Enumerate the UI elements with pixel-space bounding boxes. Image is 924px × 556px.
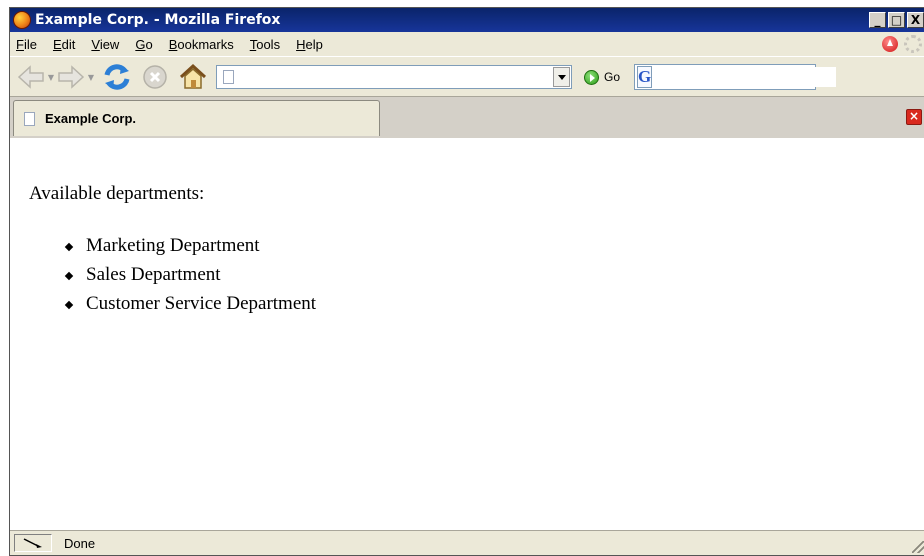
intro-text: Available departments:	[29, 183, 205, 204]
list-item: Customer Service Department	[66, 289, 316, 318]
stop-button[interactable]	[140, 62, 170, 92]
search-input[interactable]	[652, 67, 837, 87]
menu-help[interactable]: Help	[288, 37, 331, 52]
menu-file[interactable]: File	[10, 37, 45, 52]
firefox-logo-icon[interactable]	[13, 11, 31, 29]
tab-strip: Example Corp. ×	[10, 96, 924, 139]
back-arrow-icon	[17, 65, 44, 89]
minimize-button[interactable]: _	[869, 12, 886, 28]
search-engine-icon[interactable]: G	[637, 66, 653, 88]
connection-icon	[14, 534, 52, 552]
window-controls: _ □ X	[869, 12, 924, 28]
menu-edit[interactable]: Edit	[45, 37, 83, 52]
url-input[interactable]	[234, 67, 553, 87]
forward-arrow-icon	[58, 65, 85, 89]
tab-page-icon	[24, 111, 35, 126]
menu-bar: File Edit View Go Bookmarks Tools Help	[10, 32, 924, 56]
stop-icon	[143, 65, 167, 89]
tab-example-corp[interactable]: Example Corp.	[13, 100, 380, 136]
resize-grip[interactable]	[912, 541, 924, 553]
tab-label: Example Corp.	[45, 111, 137, 126]
throbber-icon	[904, 35, 922, 53]
list-item: Sales Department	[66, 260, 316, 289]
reload-button[interactable]	[102, 62, 132, 92]
search-bar[interactable]: G	[634, 64, 837, 90]
reload-icon	[104, 64, 130, 90]
browser-window: Example Corp. - Mozilla Firefox _ □ X Fi…	[9, 7, 924, 556]
maximize-button[interactable]: □	[888, 12, 905, 28]
page-content: Available departments: Marketing Departm…	[10, 138, 924, 531]
back-button[interactable]	[16, 62, 46, 92]
home-icon	[179, 63, 207, 89]
menu-view[interactable]: View	[83, 37, 127, 52]
window-title: Example Corp. - Mozilla Firefox	[35, 12, 281, 28]
close-button[interactable]: X	[907, 12, 924, 28]
close-tab-button[interactable]: ×	[906, 109, 922, 125]
offline-plug-icon	[23, 538, 42, 548]
home-button[interactable]	[178, 62, 208, 92]
navigation-toolbar: ▼ ▼ Go G	[10, 56, 924, 97]
status-bar: Done	[10, 530, 924, 555]
back-history-dropdown[interactable]: ▼	[46, 62, 56, 92]
title-bar[interactable]: Example Corp. - Mozilla Firefox _ □ X	[10, 8, 924, 32]
list-item: Marketing Department	[66, 231, 316, 260]
go-button[interactable]: Go	[584, 69, 621, 85]
url-history-dropdown[interactable]	[553, 67, 570, 87]
forward-button[interactable]	[56, 62, 86, 92]
menu-go[interactable]: Go	[127, 37, 160, 52]
go-label: Go	[604, 70, 621, 84]
menu-bookmarks[interactable]: Bookmarks	[161, 37, 242, 52]
status-text: Done	[64, 535, 96, 551]
menu-tools[interactable]: Tools	[242, 37, 288, 52]
alert-icon[interactable]	[882, 36, 898, 52]
go-arrow-icon	[584, 69, 599, 85]
address-bar[interactable]	[216, 65, 572, 89]
forward-history-dropdown[interactable]: ▼	[86, 62, 96, 92]
page-icon	[223, 70, 234, 84]
department-list: Marketing Department Sales Department Cu…	[66, 231, 316, 318]
